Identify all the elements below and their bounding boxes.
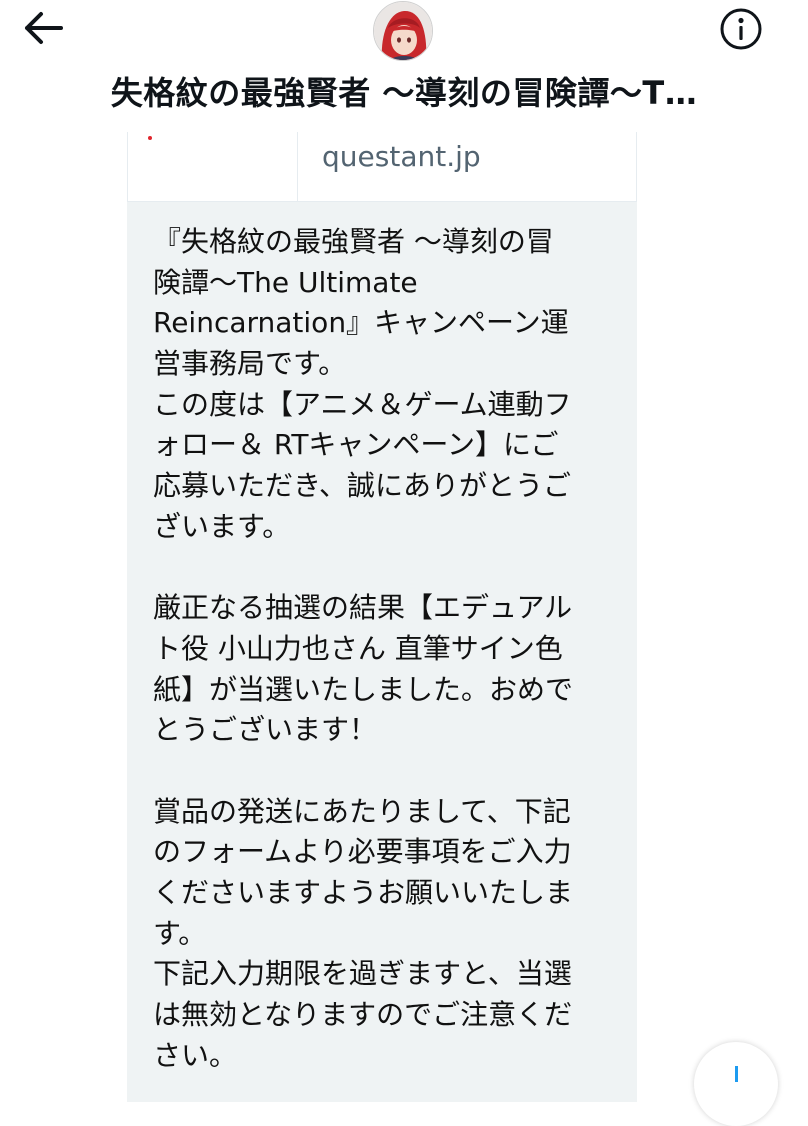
message-line: ト役 小山力也さん 直筆サイン色 [153,631,563,665]
message-text: 『失格紋の最強賢者 〜導刻の冒 険譚〜The Ultimate Reincarnat… [153,222,613,1076]
conversation-header: 失格紋の最強賢者 〜導刻の冒険譚〜T… [0,0,808,132]
conversation-title[interactable]: 失格紋の最強賢者 〜導刻の冒険譚〜T… [60,68,748,114]
message-line [153,548,613,589]
message-line: この度は【アニメ＆ゲーム連動フ [153,387,572,421]
message-line: 応募いただき、誠にありがとうご [153,469,572,503]
message-line: 下記入力期限を過ぎますと、当選 [153,957,572,991]
scroll-down-button[interactable] [694,1042,778,1126]
arrow-down-icon [735,1066,738,1082]
message-line: Reincarnation』キャンペーン運 [153,306,569,340]
message-line: ォロー＆ RTキャンペーン】にご [153,428,559,462]
message-line: 紙】が当選いたしました。おめで [153,672,574,706]
message-line: さい。 [153,1038,238,1072]
info-button[interactable] [716,4,766,54]
back-button[interactable] [18,6,68,50]
link-domain: questant.jp [322,140,481,173]
message-line: 賞品の発送にあたりまして、下記 [153,794,571,828]
message-line: 営事務局です。 [153,347,347,381]
message-line [153,751,613,792]
message-line: とうございます！ [153,713,378,747]
message-bubble: 『失格紋の最強賢者 〜導刻の冒 険譚〜The Ultimate Reincarnat… [127,202,637,1102]
avatar-image [374,2,432,60]
thumbnail-dot [148,136,152,140]
message-line: くださいますようお願いいたしま [153,876,574,909]
message-line: 険譚〜The Ultimate [153,265,418,299]
info-circle-icon [720,8,762,50]
message-line: は無効となりますのでご注意くだ [153,998,573,1032]
avatar[interactable] [373,1,433,61]
arrow-left-icon [25,12,63,44]
message-line: 『失格紋の最強賢者 〜導刻の冒 [153,225,554,258]
message-line: す。 [153,916,207,950]
message-line: 厳正なる抽選の結果【エデュアル [153,591,573,625]
message-line: ざいます。 [153,509,291,543]
message-line: のフォームより必要事項をご入力 [153,835,572,869]
